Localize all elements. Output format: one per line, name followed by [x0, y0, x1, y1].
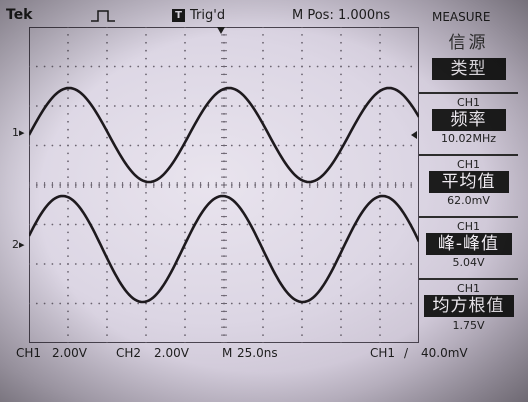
source-type-box[interactable]: 信源 类型: [419, 26, 518, 88]
measurement-slot-1[interactable]: CH1 频率 10.02MHz: [419, 92, 518, 152]
brand-logo: Tek: [6, 7, 33, 23]
measure-side-panel: 信源 类型 CH1 频率 10.02MHz CH1 平均值 62.0mV CH1…: [419, 26, 518, 344]
menu-title: MEASURE: [432, 10, 491, 24]
measurement-slot-4[interactable]: CH1 均方根值 1.75V: [419, 278, 518, 342]
measurement-3-value: 5.04V: [452, 256, 485, 269]
ch2-trace: [29, 194, 419, 304]
oscilloscope-screen: Tek T Trig'd M Pos: 1.000ns MEASURE 1▸ 2…: [0, 0, 528, 402]
ch1-scale: 2.00V: [52, 346, 87, 360]
measurement-3-name: 峰-峰值: [425, 233, 512, 255]
waveform-display: [29, 86, 419, 304]
ch1-ground-marker[interactable]: 1▸: [12, 126, 25, 139]
measurement-4-channel: CH1: [457, 282, 480, 295]
ch1-label: CH1: [16, 346, 42, 360]
measurement-2-name: 平均值: [428, 171, 509, 193]
measurement-2-channel: CH1: [457, 158, 480, 171]
measurement-1-value: 10.02MHz: [440, 132, 497, 145]
ch2-label: CH2: [116, 346, 142, 360]
measurement-4-value: 1.75V: [452, 319, 485, 332]
trigger-slope-icon: /: [404, 346, 409, 360]
trigger-status: Trig'd: [190, 8, 226, 23]
ch2-scale: 2.00V: [154, 346, 189, 360]
trigger-status-icon: T: [172, 9, 185, 22]
measurement-slot-3[interactable]: CH1 峰-峰值 5.04V: [419, 216, 518, 276]
trigger-level: 40.0mV: [421, 346, 468, 360]
source-label[interactable]: 信源: [419, 32, 518, 54]
ch1-trace: [29, 86, 419, 184]
measurement-slot-2[interactable]: CH1 平均值 62.0mV: [419, 154, 518, 214]
trigger-source: CH1: [370, 346, 396, 360]
measurement-1-channel: CH1: [457, 96, 480, 109]
measurement-1-name: 频率: [431, 109, 506, 131]
timebase-value: 25.0ns: [237, 346, 278, 360]
horizontal-position: M Pos: 1.000ns: [292, 8, 391, 23]
acquisition-pulse-icon: [91, 10, 115, 22]
type-label[interactable]: 类型: [431, 58, 506, 80]
measurement-2-value: 62.0mV: [447, 194, 490, 207]
ch2-ground-marker[interactable]: 2▸: [12, 238, 25, 251]
measurement-4-name: 均方根值: [423, 295, 514, 317]
measurement-3-channel: CH1: [457, 220, 480, 233]
timebase-label: M: [222, 346, 233, 360]
